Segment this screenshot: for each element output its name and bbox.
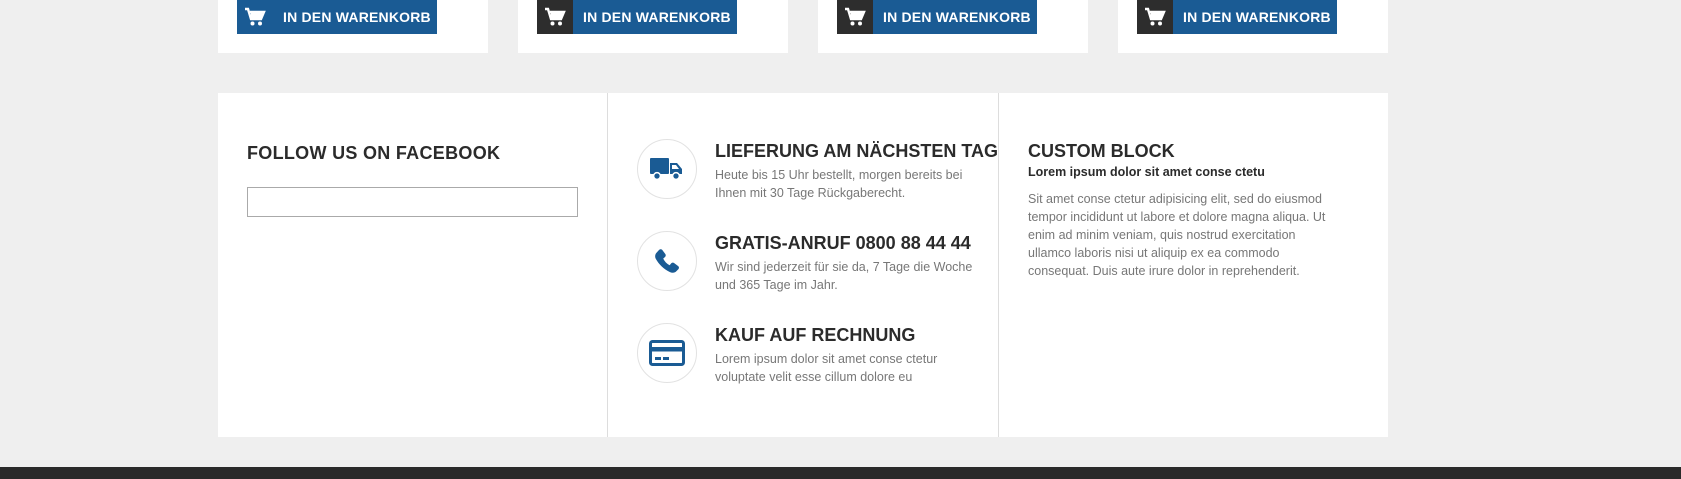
- add-to-cart-button[interactable]: IN DEN WARENKORB: [237, 0, 437, 34]
- feature-phone: GRATIS-ANRUF 0800 88 44 44 Wir sind jede…: [637, 231, 977, 295]
- facebook-widget[interactable]: [247, 187, 578, 217]
- feature-title: KAUF AUF RECHNUNG: [715, 325, 916, 345]
- add-to-cart-label: IN DEN WARENKORB: [1183, 9, 1331, 25]
- add-to-cart-button[interactable]: IN DEN WARENKORB: [1137, 0, 1337, 34]
- cart-icon: [237, 0, 273, 34]
- add-to-cart-button[interactable]: IN DEN WARENKORB: [537, 0, 737, 34]
- footer-info: FOLLOW US ON FACEBOOK LIEFERUNG AM NÄCHS…: [218, 93, 1388, 437]
- phone-icon: [637, 231, 697, 291]
- custom-block-subtitle: Lorem ipsum dolor sit amet conse ctetu: [1028, 165, 1265, 179]
- feature-title: LIEFERUNG AM NÄCHSTEN TAG: [715, 141, 998, 161]
- feature-invoice: KAUF AUF RECHNUNG Lorem ipsum dolor sit …: [637, 323, 977, 387]
- product-row: IN DEN WARENKORB IN DEN WARENKORB IN DEN…: [218, 0, 1388, 53]
- product-card: IN DEN WARENKORB: [1118, 0, 1388, 53]
- cart-icon: [837, 0, 873, 34]
- truck-icon: [637, 139, 697, 199]
- feature-text: Heute bis 15 Uhr bestellt, morgen bereit…: [715, 168, 963, 200]
- feature-delivery: LIEFERUNG AM NÄCHSTEN TAG Heute bis 15 U…: [637, 139, 998, 203]
- custom-block-title: CUSTOM BLOCK: [1028, 141, 1175, 161]
- cart-icon: [537, 0, 573, 34]
- facebook-title: FOLLOW US ON FACEBOOK: [247, 143, 501, 163]
- facebook-column: FOLLOW US ON FACEBOOK: [218, 93, 608, 437]
- custom-block-text: Sit amet conse ctetur adipisicing elit, …: [1028, 192, 1326, 278]
- feature-text: Wir sind jederzeit für sie da, 7 Tage di…: [715, 260, 973, 292]
- product-card: IN DEN WARENKORB: [818, 0, 1088, 53]
- product-card: IN DEN WARENKORB: [218, 0, 488, 53]
- custom-block-column: CUSTOM BLOCK Lorem ipsum dolor sit amet …: [999, 93, 1388, 437]
- footer-bottom-bar: [0, 467, 1681, 479]
- add-to-cart-button[interactable]: IN DEN WARENKORB: [837, 0, 1037, 34]
- cart-icon: [1137, 0, 1173, 34]
- add-to-cart-label: IN DEN WARENKORB: [583, 9, 731, 25]
- add-to-cart-label: IN DEN WARENKORB: [883, 9, 1031, 25]
- feature-title: GRATIS-ANRUF 0800 88 44 44: [715, 233, 971, 253]
- credit-card-icon: [637, 323, 697, 383]
- product-card: IN DEN WARENKORB: [518, 0, 788, 53]
- features-column: LIEFERUNG AM NÄCHSTEN TAG Heute bis 15 U…: [608, 93, 999, 437]
- add-to-cart-label: IN DEN WARENKORB: [283, 9, 431, 25]
- feature-text: Lorem ipsum dolor sit amet conse ctetur …: [715, 352, 938, 384]
